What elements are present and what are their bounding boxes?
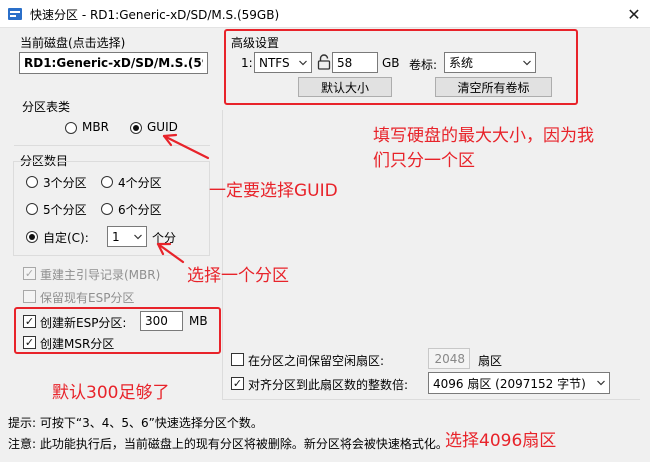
mbr-radio[interactable]: [65, 122, 77, 134]
close-button[interactable]: ✕: [618, 0, 650, 28]
app-icon: [8, 8, 22, 20]
rebuild-mbr-checkbox[interactable]: ✓: [23, 267, 36, 280]
mbr-label: MBR: [82, 120, 109, 134]
annotation-one-partition: 选择一个分区: [187, 266, 289, 286]
chevron-down-icon: [299, 60, 307, 65]
partition-count-value: 1: [112, 229, 120, 244]
create-esp-checkbox[interactable]: ✓: [23, 315, 36, 328]
clear-labels-button[interactable]: 清空所有卷标: [435, 77, 552, 97]
tip-text: 提示: 可按下“3、4、5、6”快速选择分区个数。: [8, 416, 263, 430]
keep-free-checkbox[interactable]: [231, 353, 244, 366]
custom-partitions-radio[interactable]: [26, 231, 38, 243]
esp-size-value: 300: [145, 314, 168, 328]
advanced-label: 高级设置: [231, 36, 280, 50]
3-partitions-label: 3个分区: [43, 176, 87, 190]
size-input[interactable]: 58: [332, 52, 378, 73]
chevron-down-icon: [597, 380, 605, 386]
create-esp-label: 创建新ESP分区:: [40, 316, 127, 330]
close-icon: ✕: [627, 4, 641, 24]
volume-label-value: 系统: [449, 56, 474, 70]
note-text: 注意: 此功能执行后，当前磁盘上的现有分区将被删除。新分区将会被快速格式化。: [8, 437, 448, 451]
custom-partitions-label: 自定(C):: [43, 231, 89, 245]
lock-icon[interactable]: [317, 53, 331, 71]
create-msr-checkbox[interactable]: ✓: [23, 336, 36, 349]
keep-esp-label: 保留现有ESP分区: [40, 291, 135, 305]
keep-esp-checkbox[interactable]: [23, 290, 36, 303]
keep-free-input[interactable]: 2048: [428, 348, 470, 369]
5-partitions-radio[interactable]: [26, 203, 38, 215]
esp-size-input[interactable]: 300: [140, 311, 183, 331]
partition-count-select[interactable]: 1: [107, 226, 147, 247]
disk-label: 当前磁盘(点击选择): [20, 36, 126, 50]
window-title: 快速分区 - RD1:Generic-xD/SD/M.S.(59GB): [30, 8, 280, 22]
disk-selector[interactable]: RD1:Generic-xD/SD/M.S.(59GB: [19, 52, 208, 74]
rebuild-mbr-label: 重建主引导记录(MBR): [40, 268, 161, 282]
4-partitions-radio[interactable]: [101, 176, 113, 188]
keep-free-value: 2048: [434, 351, 465, 366]
guid-label: GUID: [147, 120, 178, 134]
align-label: 对齐分区到此扇区数的整数倍:: [248, 378, 409, 392]
row-index: 1:: [241, 56, 253, 70]
6-partitions-label: 6个分区: [118, 203, 162, 217]
partition-count-unit: 个分: [152, 231, 177, 245]
align-select[interactable]: 4096 扇区 (2097152 字节): [428, 372, 610, 394]
guid-radio[interactable]: [130, 122, 142, 134]
volume-label-label: 卷标:: [409, 58, 438, 72]
create-msr-label: 创建MSR分区: [40, 337, 115, 351]
chevron-down-icon: [523, 60, 531, 65]
chevron-down-icon: [134, 234, 142, 239]
partition-table-group: [14, 106, 210, 146]
annotation-guid: 一定要选择GUID: [209, 181, 338, 201]
esp-size-unit: MB: [189, 314, 208, 328]
volume-label-select[interactable]: 系统: [444, 52, 536, 73]
size-value: 58: [337, 55, 353, 70]
keep-free-unit: 扇区: [478, 354, 503, 368]
filesystem-value: NTFS: [259, 55, 290, 70]
5-partitions-label: 5个分区: [43, 203, 87, 217]
align-checkbox[interactable]: ✓: [231, 377, 244, 390]
4-partitions-label: 4个分区: [118, 176, 162, 190]
6-partitions-radio[interactable]: [101, 203, 113, 215]
annotation-default-300: 默认300足够了: [52, 383, 170, 403]
size-unit: GB: [382, 56, 400, 70]
3-partitions-radio[interactable]: [26, 176, 38, 188]
disk-name: RD1:Generic-xD/SD/M.S.(59GB: [24, 56, 203, 70]
keep-free-label: 在分区之间保留空闲扇区:: [248, 354, 385, 368]
annotation-max-size-line2: 们只分一个区: [373, 151, 475, 171]
default-size-button[interactable]: 默认大小: [298, 77, 392, 97]
filesystem-select[interactable]: NTFS: [254, 52, 312, 73]
align-value: 4096 扇区 (2097152 字节): [433, 376, 586, 391]
annotation-sector-4096: 选择4096扇区: [445, 431, 557, 451]
annotation-max-size-line1: 填写硬盘的最大大小，因为我: [373, 126, 594, 146]
